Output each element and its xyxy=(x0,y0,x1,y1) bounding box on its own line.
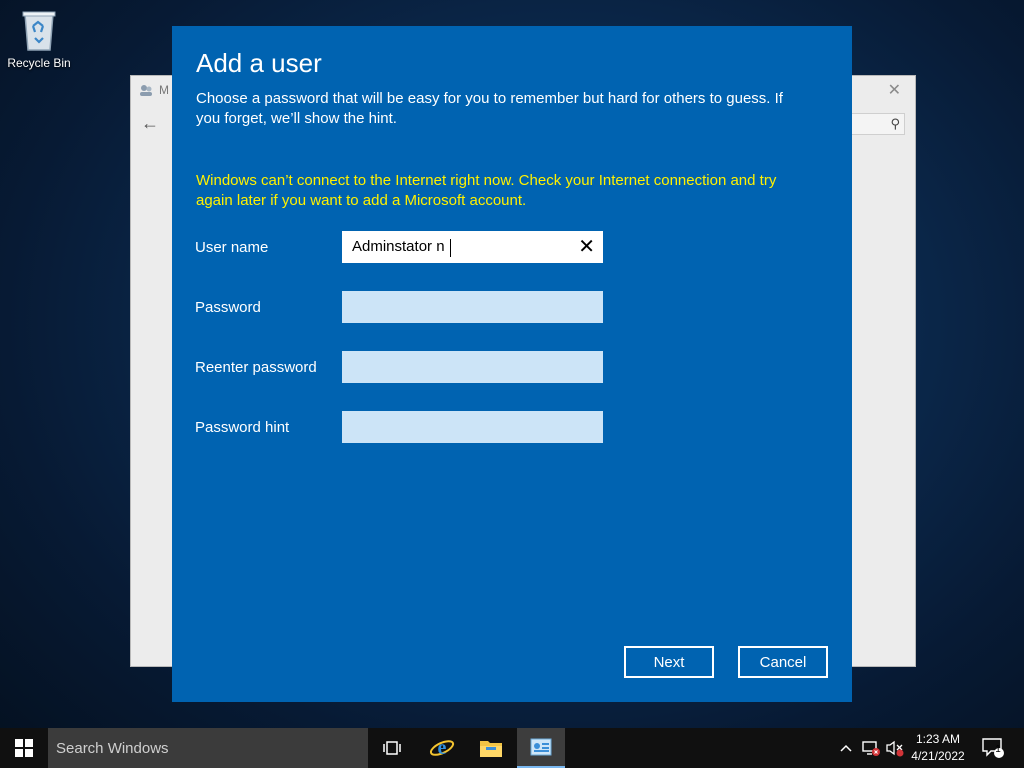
dialog-description: Choose a password that will be easy for … xyxy=(196,90,783,127)
show-hidden-icons[interactable] xyxy=(836,728,856,768)
network-status[interactable] xyxy=(860,728,882,768)
search-icon: ⚲ xyxy=(890,116,900,131)
task-view-button[interactable] xyxy=(368,728,416,768)
windows-logo-icon xyxy=(15,739,33,757)
password-field[interactable] xyxy=(342,291,603,323)
user-name-value: Adminstator n xyxy=(352,238,445,255)
clock-date: 4/21/2022 xyxy=(911,749,965,763)
task-view-icon xyxy=(383,741,401,755)
recycle-bin-shortcut[interactable]: Recycle Bin xyxy=(4,6,74,70)
file-explorer-button[interactable] xyxy=(467,728,515,768)
taskbar-clock[interactable]: 1:23 AM 4/21/2022 xyxy=(902,731,974,765)
password-hint-label: Password hint xyxy=(195,419,290,436)
background-window-title: M xyxy=(159,83,169,97)
file-explorer-icon xyxy=(480,741,502,757)
text-caret xyxy=(450,239,451,257)
close-icon[interactable]: ✕ xyxy=(888,80,901,100)
network-disconnected-icon xyxy=(862,741,880,756)
password-label: Password xyxy=(195,299,261,316)
taskbar: Search Windows e 1:23 AM 4/21/2022 1 xyxy=(0,728,1024,768)
chevron-up-icon xyxy=(840,744,852,752)
password-hint-field[interactable] xyxy=(342,411,603,443)
internet-explorer-icon: e xyxy=(429,737,455,759)
users-icon xyxy=(139,83,153,97)
user-name-field[interactable]: Adminstator n ✕ xyxy=(342,231,603,263)
recycle-bin-icon xyxy=(17,6,61,54)
internet-warning: Windows can’t connect to the Internet ri… xyxy=(196,172,777,209)
reenter-password-label: Reenter password xyxy=(195,359,317,376)
user-name-label: User name xyxy=(195,239,269,256)
control-panel-icon xyxy=(530,738,552,756)
taskbar-search-box[interactable]: Search Windows xyxy=(48,728,368,768)
next-button[interactable]: Next xyxy=(624,646,714,678)
back-arrow-icon[interactable]: ← xyxy=(141,113,159,134)
svg-text:e: e xyxy=(438,737,447,759)
recycle-bin-label: Recycle Bin xyxy=(7,56,71,70)
internet-explorer-button[interactable]: e xyxy=(418,728,466,768)
background-search-box[interactable]: ⚲ xyxy=(851,113,905,135)
control-panel-button[interactable] xyxy=(517,728,565,768)
dialog-title: Add a user xyxy=(196,48,322,78)
notification-count: 1 xyxy=(995,744,1001,755)
add-user-dialog: Add a user Choose a password that will b… xyxy=(172,26,852,702)
reenter-password-field[interactable] xyxy=(342,351,603,383)
clock-time: 1:23 AM xyxy=(915,732,961,746)
action-center-button[interactable]: 1 xyxy=(980,728,1006,768)
cancel-button[interactable]: Cancel xyxy=(738,646,828,678)
clear-icon[interactable]: ✕ xyxy=(578,234,595,259)
start-button[interactable] xyxy=(0,728,48,768)
taskbar-search-placeholder: Search Windows xyxy=(56,740,169,757)
